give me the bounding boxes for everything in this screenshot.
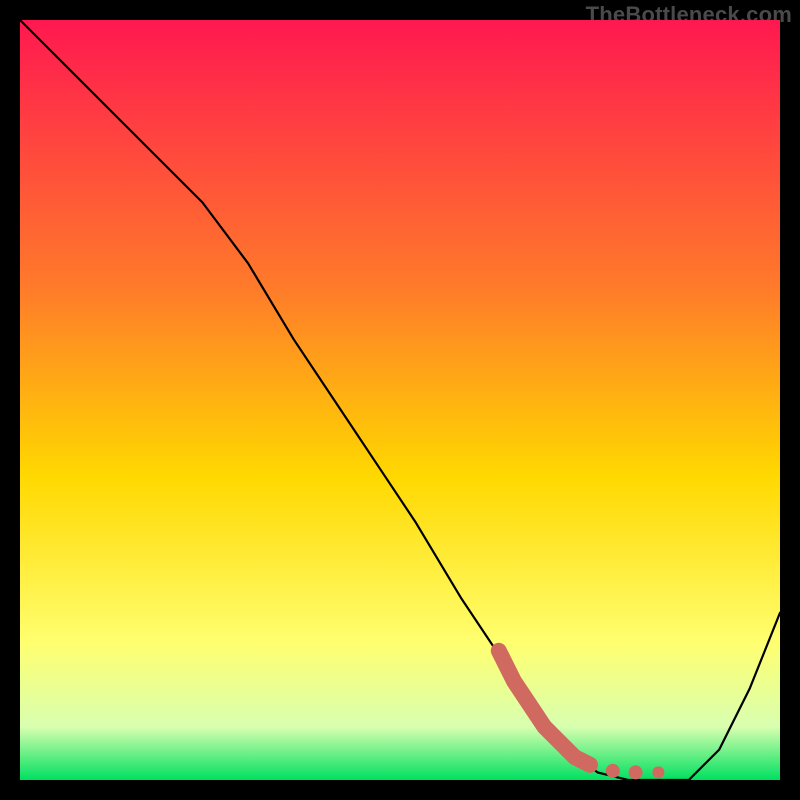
- chart-frame: TheBottleneck.com: [0, 0, 800, 800]
- highlight-dot: [629, 765, 643, 779]
- plot-area: [20, 20, 780, 780]
- highlight-dot: [652, 766, 664, 778]
- highlight-dot: [606, 764, 620, 778]
- chart-svg: [20, 20, 780, 780]
